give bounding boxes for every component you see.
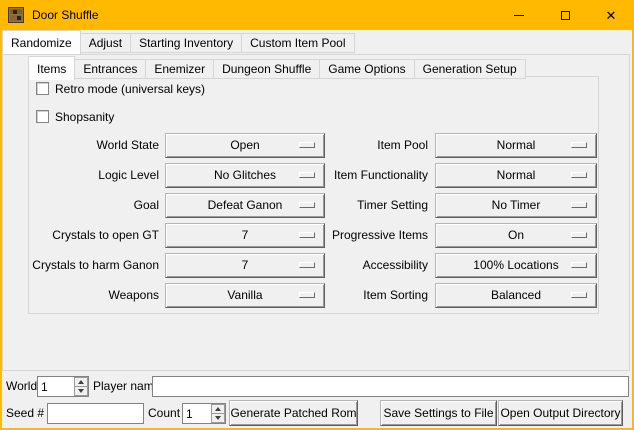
titlebar[interactable]: Door Shuffle ✕ — [0, 0, 634, 30]
seed-label: Seed # — [6, 401, 44, 425]
tab-dungeon-shuffle[interactable]: Dungeon Shuffle — [213, 59, 320, 79]
worlds-spin-buttons — [74, 377, 88, 396]
maximize-button[interactable] — [542, 0, 588, 30]
accessibility-dropdown[interactable]: 100% Locations — [435, 253, 597, 278]
main-tabbar: Randomize Adjust Starting Inventory Cust… — [2, 30, 354, 53]
minimize-button[interactable] — [496, 0, 542, 30]
goal-value: Defeat Ganon — [208, 194, 283, 217]
window-controls: ✕ — [496, 0, 634, 30]
window: Door Shuffle ✕ Retro mode (universal key… — [0, 0, 634, 430]
save-settings-button[interactable]: Save Settings to File — [380, 400, 497, 426]
shopsanity-checkbox[interactable] — [36, 110, 49, 123]
worlds-spin-up-button[interactable] — [74, 377, 88, 387]
worlds-spinbox — [37, 376, 89, 397]
logic-level-label: Logic Level — [29, 163, 159, 188]
timer-setting-label: Timer Setting — [278, 193, 428, 218]
dropdown-indicator-icon — [571, 172, 587, 178]
retro-mode-label: Retro mode (universal keys) — [55, 82, 205, 96]
app-icon — [8, 7, 24, 23]
worlds-spin-down-button[interactable] — [74, 387, 88, 396]
item-pool-label: Item Pool — [278, 133, 428, 158]
open-output-directory-button[interactable]: Open Output Directory — [498, 400, 623, 426]
client-area: Retro mode (universal keys) Shopsanity W… — [2, 30, 632, 428]
arrow-down-icon — [78, 389, 84, 393]
arrow-up-icon — [78, 380, 84, 384]
item-sorting-dropdown[interactable]: Balanced — [435, 283, 597, 308]
player-names-input[interactable] — [152, 376, 629, 397]
dropdown-indicator-icon — [571, 292, 587, 298]
item-functionality-label: Item Functionality — [278, 163, 428, 188]
timer-setting-value: No Timer — [492, 194, 541, 217]
arrow-up-icon — [215, 407, 221, 411]
item-sorting-label: Item Sorting — [278, 283, 428, 308]
window-title: Door Shuffle — [32, 8, 99, 22]
logic-level-value: No Glitches — [214, 164, 276, 187]
accessibility-label: Accessibility — [278, 253, 428, 278]
shopsanity-label: Shopsanity — [55, 110, 114, 124]
sub-tabbar: Items Entrances Enemizer Dungeon Shuffle… — [28, 56, 525, 79]
count-spin-down-button[interactable] — [211, 414, 225, 423]
arrow-down-icon — [215, 416, 221, 420]
tab-entrances[interactable]: Entrances — [74, 59, 146, 79]
item-pool-value: Normal — [497, 134, 536, 157]
dropdown-indicator-icon — [571, 202, 587, 208]
tab-custom-item-pool[interactable]: Custom Item Pool — [241, 33, 354, 53]
tab-randomize[interactable]: Randomize — [2, 30, 81, 54]
crystals-gt-value: 7 — [242, 224, 249, 247]
world-state-label: World State — [29, 133, 159, 158]
crystals-ganon-value: 7 — [242, 254, 249, 277]
items-tab-panel: Retro mode (universal keys) Shopsanity W… — [28, 76, 599, 314]
item-sorting-value: Balanced — [491, 284, 541, 307]
weapons-label: Weapons — [29, 283, 159, 308]
progressive-items-value: On — [508, 224, 524, 247]
tab-starting-inventory[interactable]: Starting Inventory — [130, 33, 242, 53]
count-spin-buttons — [211, 404, 225, 423]
tab-enemizer[interactable]: Enemizer — [145, 59, 214, 79]
dropdown-indicator-icon — [571, 232, 587, 238]
count-spin-up-button[interactable] — [211, 404, 225, 414]
timer-setting-dropdown[interactable]: No Timer — [435, 193, 597, 218]
maximize-icon — [561, 11, 570, 20]
world-state-value: Open — [230, 134, 259, 157]
generate-patched-rom-button[interactable]: Generate Patched Rom — [229, 400, 358, 426]
seed-input[interactable] — [47, 403, 144, 424]
weapons-value: Vanilla — [227, 284, 262, 307]
retro-mode-checkbox[interactable] — [36, 82, 49, 95]
count-spinbox — [182, 403, 226, 424]
minimize-icon — [514, 15, 524, 16]
tab-items[interactable]: Items — [28, 56, 75, 80]
count-label: Count — [148, 401, 180, 425]
item-functionality-value: Normal — [497, 164, 536, 187]
accessibility-value: 100% Locations — [473, 254, 558, 277]
close-button[interactable]: ✕ — [588, 0, 634, 30]
progressive-items-dropdown[interactable]: On — [435, 223, 597, 248]
dropdown-indicator-icon — [571, 262, 587, 268]
crystals-gt-label: Crystals to open GT — [29, 223, 159, 248]
progressive-items-label: Progressive Items — [278, 223, 428, 248]
goal-label: Goal — [29, 193, 159, 218]
tab-game-options[interactable]: Game Options — [319, 59, 414, 79]
crystals-ganon-label: Crystals to harm Ganon — [29, 253, 159, 278]
item-functionality-dropdown[interactable]: Normal — [435, 163, 597, 188]
close-icon: ✕ — [606, 9, 617, 22]
tab-generation-setup[interactable]: Generation Setup — [414, 59, 526, 79]
dropdown-indicator-icon — [571, 142, 587, 148]
item-pool-dropdown[interactable]: Normal — [435, 133, 597, 158]
tab-adjust[interactable]: Adjust — [80, 33, 131, 53]
